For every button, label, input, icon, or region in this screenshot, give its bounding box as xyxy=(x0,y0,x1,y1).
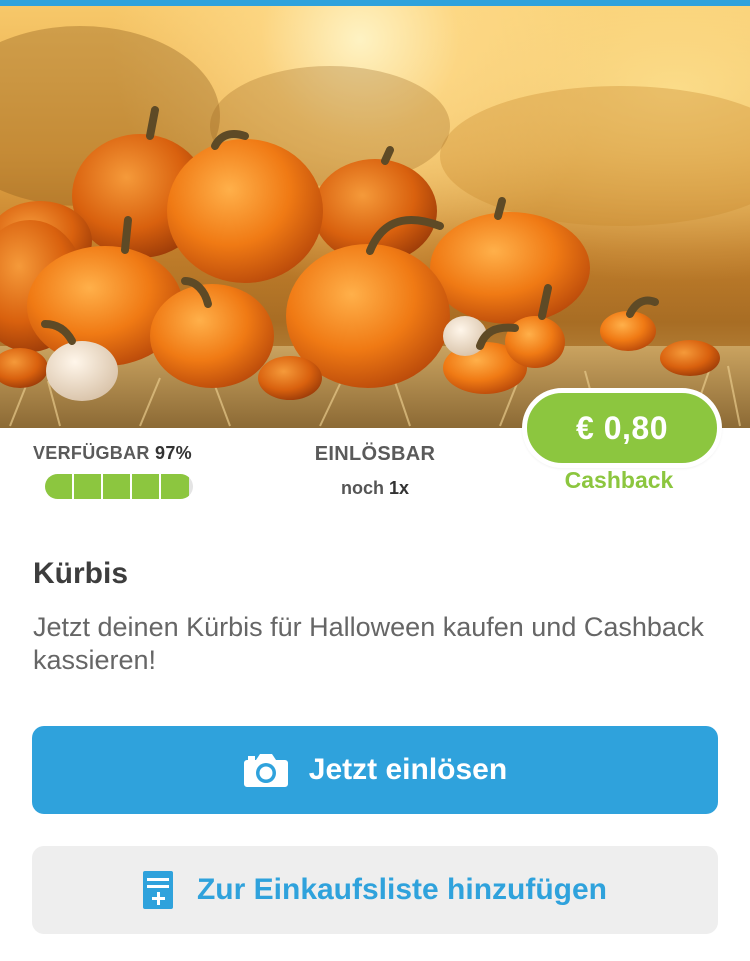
offer-description: Jetzt deinen Kürbis für Halloween kaufen… xyxy=(33,612,704,675)
cashback-label: Cashback xyxy=(564,467,674,493)
availability-label: VERFÜGBAR 97% xyxy=(33,443,192,464)
redeemable-count-value: 1x xyxy=(388,478,410,498)
camera-icon xyxy=(243,752,289,788)
cashback-amount: € 0,80 xyxy=(576,409,668,446)
redeemable-count: noch 1x xyxy=(300,478,450,499)
redeemable-label: EINLÖSBAR xyxy=(314,443,436,465)
redeemable-prefix: noch xyxy=(340,478,384,498)
redeem-button[interactable]: Jetzt einlösen xyxy=(32,726,718,814)
availability-label-text: VERFÜGBAR xyxy=(33,443,150,463)
add-to-shopping-list-button[interactable]: Zur Einkaufsliste hinzufügen xyxy=(32,846,718,934)
shopping-list-add-icon xyxy=(142,871,173,909)
offer-hero-image xyxy=(0,6,750,428)
cashback-amount-badge: € 0,80 xyxy=(522,388,722,468)
availability-percent: 97% xyxy=(155,443,192,463)
availability-progress-bar xyxy=(45,474,193,499)
offer-title: Kürbis xyxy=(33,557,129,590)
redeem-button-label: Jetzt einlösen xyxy=(308,753,508,786)
availability-progress-fill xyxy=(45,474,189,499)
add-to-shopping-list-label: Zur Einkaufsliste hinzufügen xyxy=(196,873,608,906)
